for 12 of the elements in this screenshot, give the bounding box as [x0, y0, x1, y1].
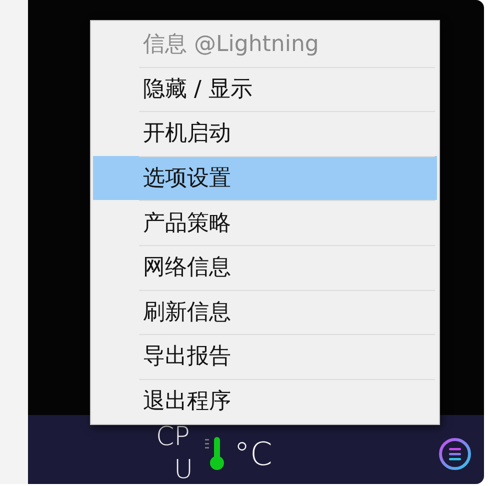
- cpu-label: U: [174, 457, 194, 483]
- menu-item[interactable]: 网络信息: [93, 244, 437, 290]
- menu-item[interactable]: 开机启动: [93, 111, 437, 156]
- cpu-label: CP: [156, 424, 190, 450]
- menu-item[interactable]: 产品策略: [93, 200, 437, 245]
- menu-item[interactable]: 退出程序: [93, 378, 437, 424]
- menu-icon[interactable]: [438, 437, 472, 471]
- temperature-unit: °C: [234, 437, 272, 471]
- menu-item[interactable]: 导出报告: [93, 334, 437, 379]
- menu-item[interactable]: 选项设置: [93, 156, 437, 200]
- menu-item[interactable]: 刷新信息: [93, 290, 437, 334]
- menu-item[interactable]: 隐藏 / 显示: [93, 66, 437, 112]
